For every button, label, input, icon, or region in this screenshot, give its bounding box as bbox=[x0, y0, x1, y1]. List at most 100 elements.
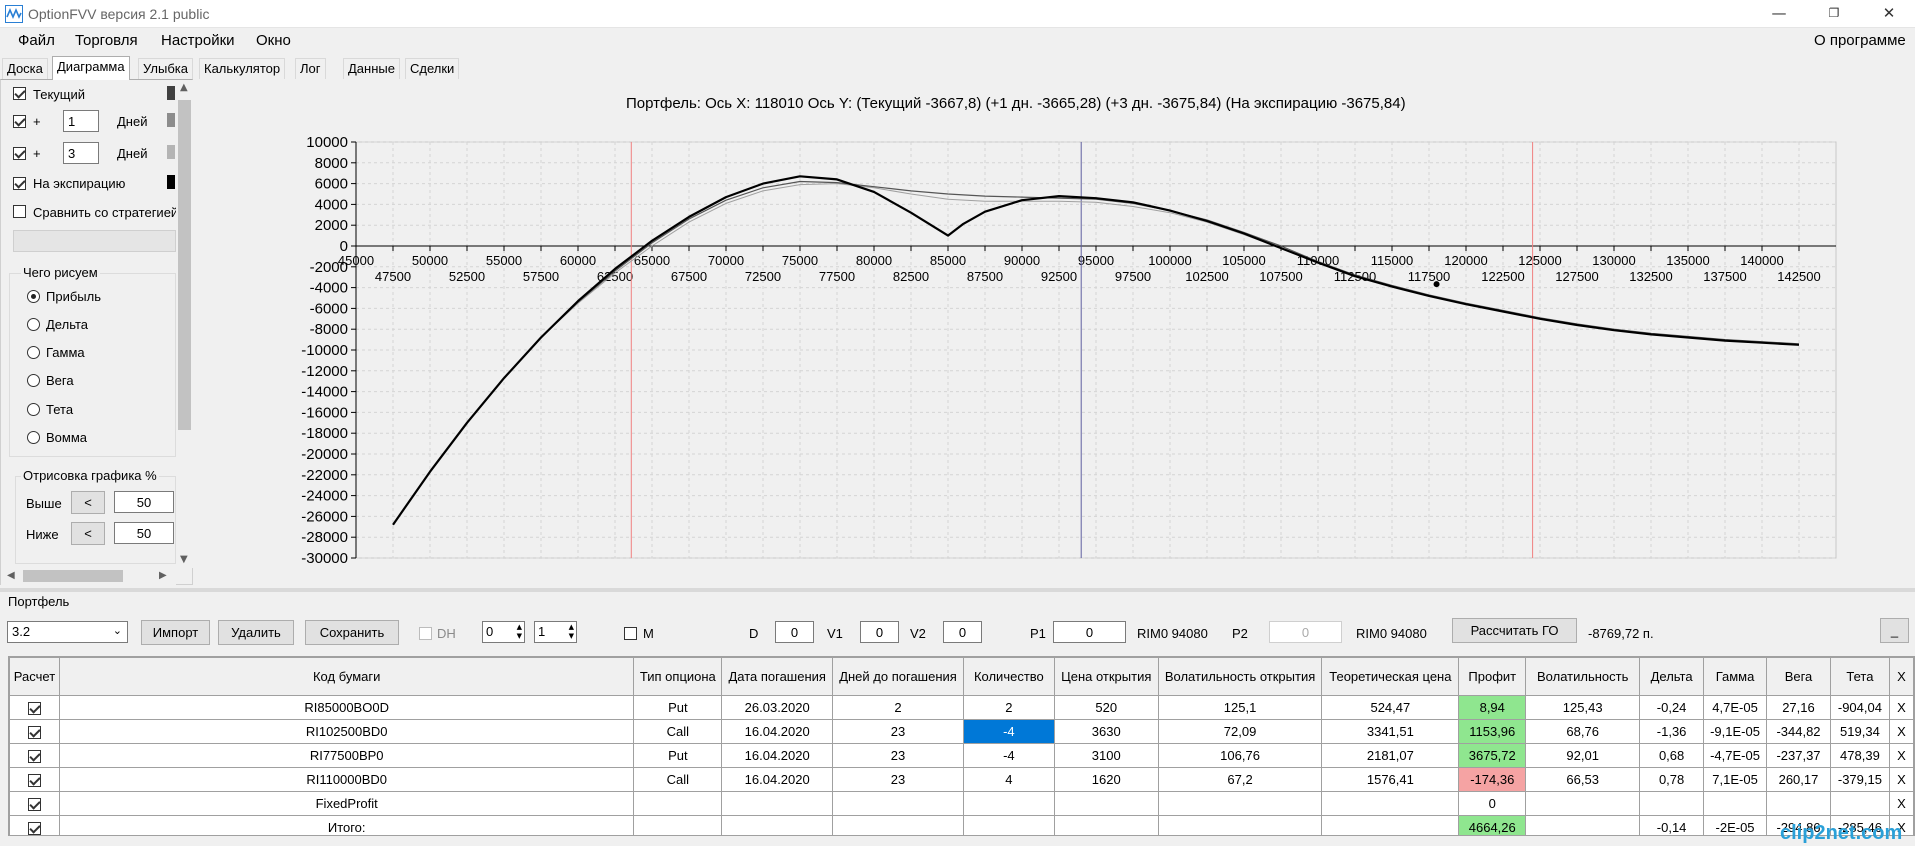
current-color-swatch[interactable] bbox=[167, 86, 175, 100]
left-panel-hscroll[interactable]: ◀ ▶ bbox=[1, 567, 176, 585]
expiry-checkbox[interactable] bbox=[13, 177, 26, 190]
column-header[interactable]: Теоретическая цена bbox=[1321, 657, 1460, 696]
current-checkbox[interactable] bbox=[13, 87, 26, 100]
column-header[interactable]: Количество bbox=[962, 657, 1055, 696]
maximize-button[interactable]: ❐ bbox=[1811, 0, 1857, 28]
plus3-checkbox[interactable] bbox=[13, 147, 26, 160]
expiry-color-swatch[interactable] bbox=[167, 175, 175, 189]
delete-button[interactable]: Удалить bbox=[218, 620, 294, 645]
collapse-button[interactable]: _ bbox=[1880, 618, 1909, 643]
portfolio-select[interactable]: 3.2 ⌄ bbox=[7, 621, 128, 643]
radio-profit[interactable] bbox=[27, 290, 40, 303]
menu-trading[interactable]: Торговля bbox=[75, 32, 138, 49]
p1-input[interactable] bbox=[1053, 621, 1126, 643]
column-header[interactable]: Дата погашения bbox=[721, 657, 834, 696]
remove-row-button[interactable]: X bbox=[1888, 767, 1914, 792]
tab-diagram[interactable]: Диаграмма bbox=[52, 56, 130, 80]
calc-checkbox[interactable] bbox=[27, 750, 41, 764]
plus3-color-swatch[interactable] bbox=[167, 145, 175, 159]
column-header[interactable]: Дней до погашения bbox=[832, 657, 964, 696]
cell-qty[interactable] bbox=[962, 815, 1055, 835]
tab-deals[interactable]: Сделки bbox=[405, 58, 460, 79]
column-header[interactable]: Тип опциона bbox=[633, 657, 723, 696]
column-header[interactable]: Расчет bbox=[9, 657, 60, 696]
column-header[interactable]: Цена открытия bbox=[1053, 657, 1159, 696]
column-header[interactable]: Гамма bbox=[1703, 657, 1768, 696]
v2-input[interactable] bbox=[943, 621, 982, 643]
d-input[interactable] bbox=[775, 621, 814, 643]
remove-row-button[interactable]: X bbox=[1888, 743, 1914, 768]
table-row[interactable]: RI110000BD0 Call 16.04.2020 23 4 1620 67,2 1576… bbox=[9, 767, 1914, 792]
calc-cell[interactable] bbox=[9, 695, 60, 720]
column-header[interactable]: Волатильность открытия bbox=[1157, 657, 1323, 696]
dh-checkbox[interactable] bbox=[419, 627, 432, 640]
menu-settings[interactable]: Настройки bbox=[161, 32, 235, 49]
radio-gamma[interactable] bbox=[27, 346, 40, 359]
plus3-days-input[interactable] bbox=[63, 142, 99, 164]
table-row[interactable]: RI102500BD0 Call 16.04.2020 23 -4 3630 72,09 33… bbox=[9, 719, 1914, 744]
cell-qty[interactable]: 4 bbox=[962, 767, 1055, 792]
spin-arrows-icon[interactable]: ▲ ▼ bbox=[517, 623, 522, 641]
table-row[interactable]: Итого: 4664,26 -0,14 -2E-05 -294,86 -285,46 X bbox=[9, 815, 1914, 835]
scroll-up-icon[interactable]: ▲ bbox=[180, 82, 188, 93]
close-button[interactable]: ✕ bbox=[1866, 0, 1912, 28]
remove-row-button[interactable]: X bbox=[1888, 719, 1914, 744]
compare-strategy-checkbox[interactable] bbox=[13, 205, 26, 218]
tab-board[interactable]: Доска bbox=[2, 58, 48, 79]
tab-calculator[interactable]: Калькулятор bbox=[199, 58, 286, 79]
panel-splitter[interactable] bbox=[0, 588, 1915, 592]
table-row[interactable]: FixedProfit 0 X bbox=[9, 791, 1914, 816]
below-decrease-button[interactable]: < bbox=[71, 522, 105, 545]
calc-cell[interactable] bbox=[9, 815, 60, 835]
table-row[interactable]: RI85000BO0D Put 26.03.2020 2 2 520 125,1 524,47… bbox=[9, 695, 1914, 720]
radio-vomma[interactable] bbox=[27, 431, 40, 444]
calc-cell[interactable] bbox=[9, 791, 60, 816]
column-header[interactable]: Дельта bbox=[1639, 657, 1705, 696]
spin-arrows-icon[interactable]: ▲ ▼ bbox=[569, 623, 574, 641]
calc-checkbox[interactable] bbox=[27, 726, 41, 740]
save-button[interactable]: Сохранить bbox=[305, 620, 399, 645]
hscroll-thumb[interactable] bbox=[23, 570, 123, 582]
radio-theta[interactable] bbox=[27, 403, 40, 416]
menu-window[interactable]: Окно bbox=[256, 32, 291, 49]
calc-cell[interactable] bbox=[9, 767, 60, 792]
cell-qty[interactable] bbox=[962, 791, 1055, 816]
calc-cell[interactable] bbox=[9, 719, 60, 744]
minimize-button[interactable]: — bbox=[1756, 0, 1802, 28]
scroll-left-icon[interactable]: ◀ bbox=[7, 570, 15, 581]
plus1-color-swatch[interactable] bbox=[167, 113, 175, 127]
remove-row-button[interactable]: X bbox=[1888, 791, 1914, 816]
tab-log[interactable]: Лог bbox=[295, 58, 326, 79]
menu-file[interactable]: Файл bbox=[18, 32, 55, 49]
m-checkbox[interactable] bbox=[624, 627, 637, 640]
column-header[interactable]: X bbox=[1888, 657, 1914, 696]
column-header[interactable]: Код бумаги bbox=[58, 657, 635, 696]
calc-checkbox[interactable] bbox=[27, 798, 41, 812]
calculate-go-button[interactable]: Рассчитать ГО bbox=[1452, 618, 1577, 643]
below-percent-input[interactable] bbox=[114, 522, 174, 544]
remove-row-button[interactable]: X bbox=[1888, 695, 1914, 720]
radio-delta[interactable] bbox=[27, 318, 40, 331]
plus1-days-input[interactable] bbox=[63, 110, 99, 132]
calc-checkbox[interactable] bbox=[27, 702, 41, 716]
menu-about[interactable]: О программе bbox=[1814, 32, 1906, 49]
tab-smile[interactable]: Улыбка bbox=[138, 58, 193, 79]
p2-input[interactable] bbox=[1269, 621, 1342, 643]
column-header[interactable]: Профит bbox=[1458, 657, 1527, 696]
strategy-select[interactable] bbox=[13, 230, 176, 252]
scroll-right-icon[interactable]: ▶ bbox=[159, 570, 167, 581]
calc-checkbox[interactable] bbox=[27, 822, 41, 835]
radio-vega[interactable] bbox=[27, 374, 40, 387]
column-header[interactable]: Волатильность bbox=[1525, 657, 1641, 696]
vscroll-thumb[interactable] bbox=[178, 100, 191, 430]
plus1-checkbox[interactable] bbox=[13, 115, 26, 128]
tab-data[interactable]: Данные bbox=[343, 58, 400, 79]
above-decrease-button[interactable]: < bbox=[71, 491, 105, 514]
cell-qty[interactable]: 2 bbox=[962, 695, 1055, 720]
calc-cell[interactable] bbox=[9, 743, 60, 768]
spin2-input[interactable]: 1 ▲ ▼ bbox=[534, 621, 577, 643]
calc-checkbox[interactable] bbox=[27, 774, 41, 788]
cell-qty[interactable]: -4 bbox=[962, 743, 1055, 768]
scroll-down-icon[interactable]: ▼ bbox=[180, 554, 188, 565]
spin1-input[interactable]: 0 ▲ ▼ bbox=[482, 621, 525, 643]
